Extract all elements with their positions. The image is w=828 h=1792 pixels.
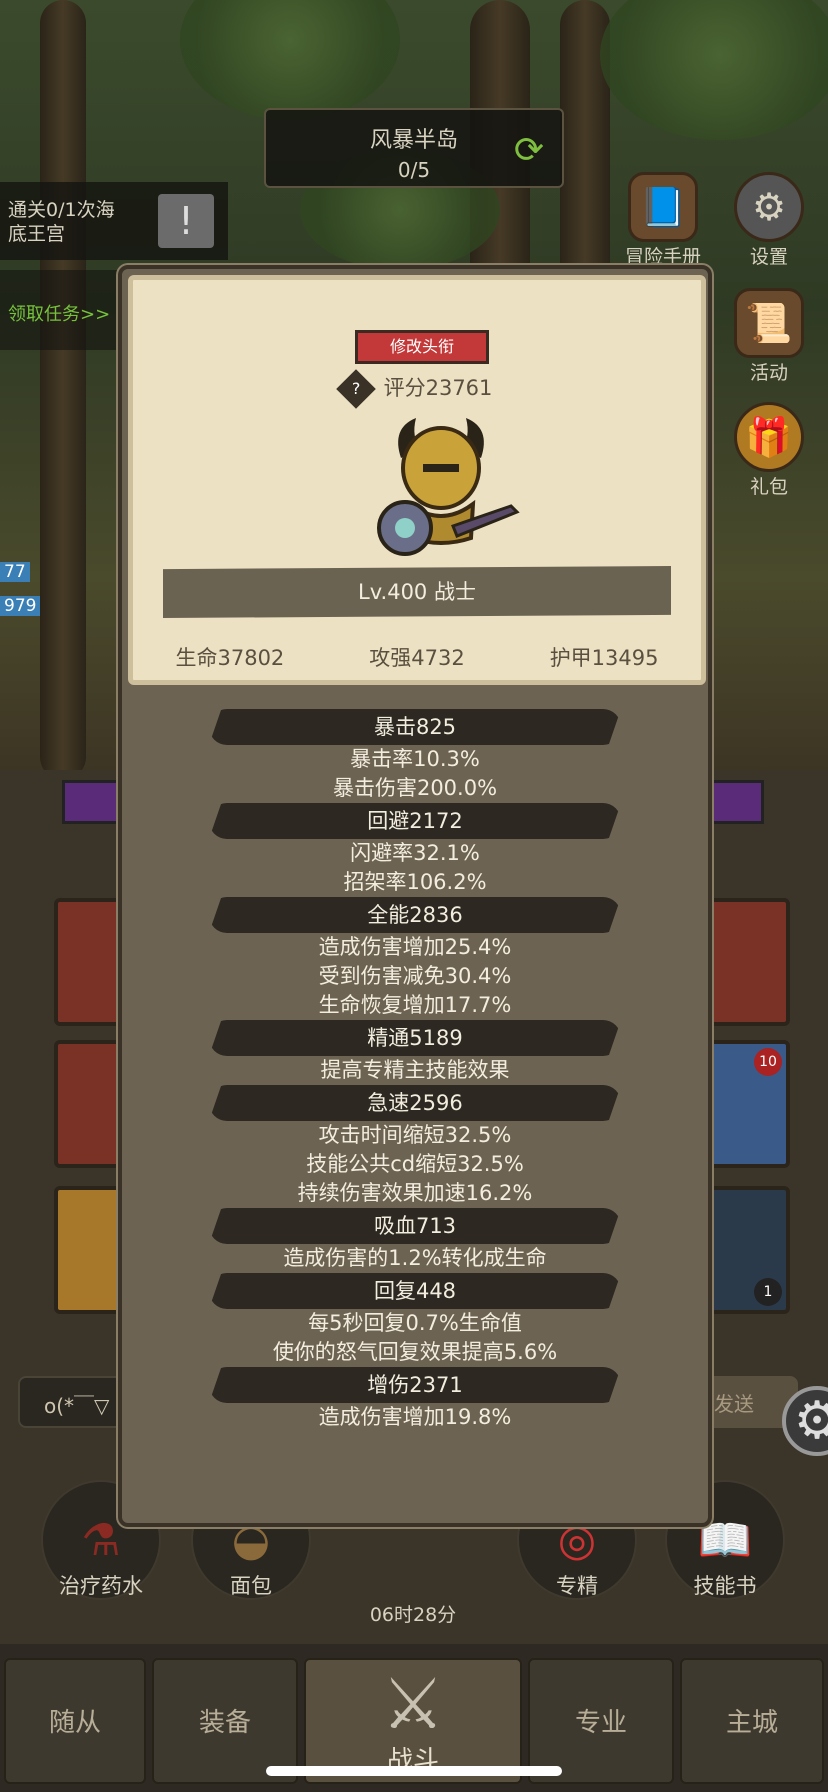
gift-icon: 🎁 <box>734 402 804 472</box>
equipment-slot[interactable]: 1 <box>706 1186 790 1314</box>
adventure-book-button[interactable]: 📘 冒险手册 <box>620 172 706 269</box>
crossed-swords-icon: ⚔ <box>381 1663 445 1745</box>
nav-main-city[interactable]: 主城 <box>680 1658 824 1784</box>
send-label: 发送 <box>714 1392 754 1416</box>
armor-stat: 护甲13495 <box>549 646 659 670</box>
attribute-detail: 受到伤害减免30.4% <box>318 964 512 988</box>
progress-bar-left <box>62 780 120 824</box>
attribute-header: 全能2836 <box>209 897 621 933</box>
tree-trunk <box>40 0 86 770</box>
chat-input-text: o(*￣▽ <box>44 1394 110 1418</box>
level-class-band: Lv.400 战士 <box>163 566 671 618</box>
consumable-label: 专精 <box>556 1574 598 1598</box>
nav-followers[interactable]: 随从 <box>4 1658 146 1784</box>
attribute-header: 增伤2371 <box>209 1367 621 1403</box>
attribute-detail: 每5秒回复0.7%生命值 <box>308 1311 522 1335</box>
primary-stats: 生命37802 攻强4732 护甲13495 <box>133 642 701 672</box>
attribute-header: 精通5189 <box>209 1020 621 1056</box>
slot-badge: 10 <box>754 1048 782 1076</box>
attack-stat: 攻强4732 <box>369 646 465 670</box>
map-title-panel: 风暴半岛 0/5 ⟳ <box>264 108 564 188</box>
score-value: 评分23761 <box>383 376 493 400</box>
attribute-header: 回避2172 <box>209 803 621 839</box>
quest-panel[interactable]: 通关0/1次海 底王宫 ! <box>0 182 228 260</box>
consumable-label: 治疗药水 <box>59 1574 143 1598</box>
attribute-header: 回复448 <box>209 1273 621 1309</box>
gift-pack-button[interactable]: 🎁 礼包 <box>726 402 812 499</box>
character-card: 修改头衔 ? 评分23761 Lv.400 战士 生命37802 攻强4732 护… <box>128 275 706 685</box>
equipment-slot[interactable]: 10 <box>706 1040 790 1168</box>
attribute-detail: 持续伤害效果加速16.2% <box>297 1181 533 1205</box>
nav-label: 主城 <box>725 1708 778 1738</box>
attribute-detail: 攻击时间缩短32.5% <box>318 1123 512 1147</box>
hp-stat: 生命37802 <box>175 646 285 670</box>
attribute-detail: 使你的怒气回复效果提高5.6% <box>272 1340 558 1364</box>
nav-label: 装备 <box>198 1708 251 1738</box>
equipment-slot[interactable] <box>706 898 790 1026</box>
attribute-detail: 暴击伤害200.0% <box>332 776 498 800</box>
chat-input[interactable]: o(*￣▽ <box>18 1376 130 1428</box>
foliage <box>180 0 400 120</box>
warrior-avatar <box>377 418 520 556</box>
claim-quest-label: 领取任务>> <box>8 304 111 325</box>
attribute-detail: 闪避率32.1% <box>350 841 480 865</box>
character-stats-popup: 修改头衔 ? 评分23761 Lv.400 战士 生命37802 攻强4732 护… <box>118 265 712 1527</box>
exclaim-icon[interactable]: ! <box>158 194 214 248</box>
attribute-list: 暴击825 暴击率10.3% 暴击伤害200.0% 回避2172 闪避率32.1… <box>122 709 708 1432</box>
attribute-detail: 技能公共cd缩短32.5% <box>306 1152 524 1176</box>
attribute-header: 暴击825 <box>209 709 621 745</box>
slot-badge: 1 <box>754 1278 782 1306</box>
consumable-label: 技能书 <box>693 1574 757 1598</box>
hp-tag: 979 <box>0 596 41 616</box>
home-indicator[interactable] <box>266 1766 562 1776</box>
chest-timer: 06时28分 <box>369 1604 457 1626</box>
nav-label: 专业 <box>574 1708 627 1738</box>
activity-button[interactable]: 📜 活动 <box>726 288 812 385</box>
attribute-detail: 造成伤害的1.2%转化成生命 <box>283 1246 547 1270</box>
hp-tag: 77 <box>0 562 30 582</box>
claim-quest-link[interactable]: 领取任务>> <box>0 270 118 350</box>
attribute-detail: 提高专精主技能效果 <box>320 1058 510 1082</box>
score-row: ? 评分23761 <box>133 369 701 409</box>
gear-icon: ⚙ <box>734 172 804 242</box>
change-title-button[interactable]: 修改头衔 <box>355 330 489 364</box>
level-class: Lv.400 战士 <box>358 580 476 604</box>
attribute-detail: 造成伤害增加19.8% <box>318 1405 512 1429</box>
progress-bar-right <box>706 780 764 824</box>
attribute-detail: 暴击率10.3% <box>350 747 480 771</box>
settings-button[interactable]: ⚙ 设置 <box>726 172 812 269</box>
attribute-header: 急速2596 <box>209 1085 621 1121</box>
side-label: 活动 <box>749 362 788 384</box>
attribute-detail: 造成伤害增加25.4% <box>318 935 512 959</box>
book-icon: 📘 <box>628 172 698 242</box>
scroll-icon: 📜 <box>734 288 804 358</box>
side-label: 设置 <box>749 246 788 268</box>
side-label: 礼包 <box>749 476 788 498</box>
change-title-label: 修改头衔 <box>389 337 454 356</box>
attribute-detail: 生命恢复增加17.7% <box>318 993 512 1017</box>
consumable-label: 面包 <box>230 1574 272 1598</box>
help-icon[interactable]: ? <box>335 369 376 409</box>
nav-label: 随从 <box>48 1708 101 1738</box>
attribute-detail: 招架率106.2% <box>343 870 487 894</box>
foliage <box>600 0 828 140</box>
refresh-icon[interactable]: ⟳ <box>508 130 550 172</box>
attribute-header: 吸血713 <box>209 1208 621 1244</box>
